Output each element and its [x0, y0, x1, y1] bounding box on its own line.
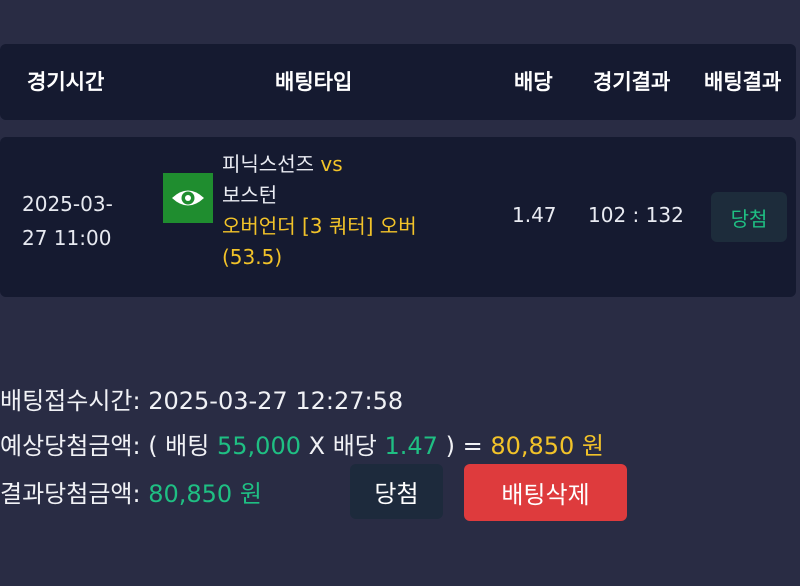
accept-time-label: 배팅접수시간:	[0, 387, 141, 415]
expected-label: 예상당첨금액: ( 배팅	[0, 432, 210, 460]
result-amount-label: 결과당첨금액:	[0, 480, 141, 508]
result-amount-line: 결과당첨금액: 80,850 원	[0, 474, 262, 509]
bet-result-badge: 당첨	[711, 192, 787, 242]
delete-bet-button[interactable]: 배팅삭제	[464, 464, 627, 521]
bet-info: 피닉스선즈 vs 보스턴 오버언더 [3 쿼터] 오버 (53.5)	[222, 149, 417, 273]
table-header: 경기시간 배팅타입 배당 경기결과 배팅결과	[0, 44, 796, 120]
team-away: 보스턴	[222, 183, 278, 207]
win-button[interactable]: 당첨	[350, 464, 443, 519]
vs-label: vs	[320, 152, 343, 176]
bet-line: (53.5)	[222, 245, 283, 269]
result-amount: 80,850 원	[148, 480, 262, 508]
game-time: 2025-03- 27 11:00	[22, 187, 113, 255]
bet-amount: 55,000	[217, 432, 301, 460]
summary-odds: 1.47	[384, 432, 438, 460]
x-odds-label: X 배당	[308, 432, 377, 460]
header-bet-result: 배팅결과	[704, 70, 782, 94]
team-home: 피닉스선즈	[222, 152, 314, 176]
expected-amount: 80,850 원	[490, 432, 605, 460]
game-score: 102 : 132	[588, 203, 684, 227]
bet-row: 2025-03- 27 11:00 피닉스선즈 vs 보스턴 오버언더 [3 쿼…	[0, 137, 796, 297]
game-time-date: 2025-03-	[22, 192, 113, 216]
header-bet-type: 배팅타입	[275, 70, 353, 94]
accept-time-value: 2025-03-27 12:27:58	[148, 387, 404, 415]
odds-value: 1.47	[512, 203, 557, 227]
bet-description: 오버언더 [3 쿼터] 오버	[222, 214, 417, 238]
game-time-hour: 27 11:00	[22, 226, 112, 250]
header-time: 경기시간	[27, 70, 105, 94]
expected-amount-line: 예상당첨금액: ( 배팅 55,000 X 배당 1.47 ) = 80,850…	[0, 426, 604, 461]
equals-label: ) =	[445, 432, 483, 460]
eye-icon	[163, 173, 213, 223]
accept-time-line: 배팅접수시간: 2025-03-27 12:27:58	[0, 381, 403, 416]
header-odds: 배당	[514, 70, 553, 94]
header-game-result: 경기결과	[593, 70, 671, 94]
